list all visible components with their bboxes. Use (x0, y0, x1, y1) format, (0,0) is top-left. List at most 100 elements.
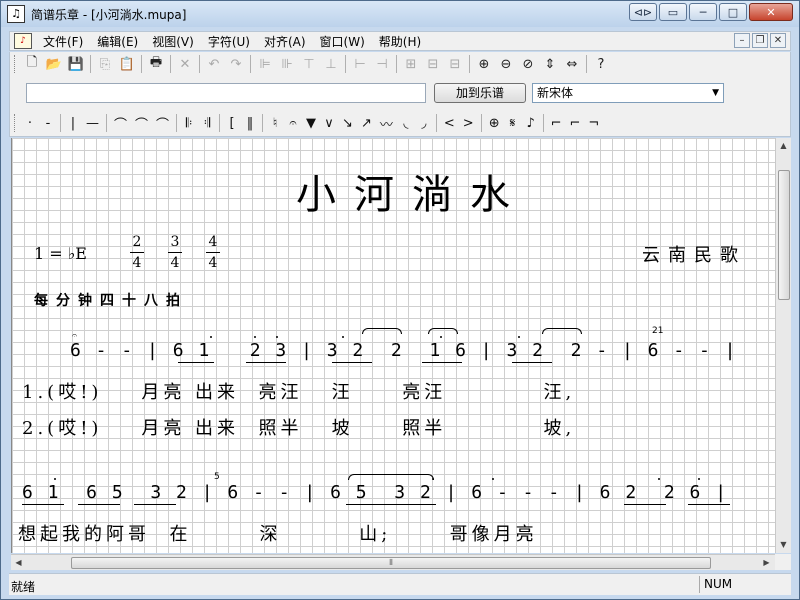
print-icon[interactable]: 🖶 (145, 54, 167, 74)
toolbar-grip[interactable] (14, 114, 17, 132)
accent-down-symbol-button[interactable]: ▼ (302, 113, 320, 133)
align-bottom-icon[interactable]: ⊥ (320, 54, 342, 74)
text-input[interactable] (26, 83, 426, 103)
notation-line-2[interactable]: 6 1 6 5 3 2 | 6 - - | 6 5 3 2 | 6 - - - … (22, 482, 728, 503)
key-signature[interactable]: 1 = ♭E (34, 244, 87, 263)
mdi-minimize-button[interactable]: – (734, 33, 750, 48)
repeat-start-symbol-button[interactable]: 𝄆 (180, 113, 198, 133)
open-icon[interactable]: 📂 (43, 54, 65, 74)
time-signature-4-4[interactable]: 4 4 (206, 232, 220, 273)
crescendo-symbol-button[interactable]: < (440, 113, 459, 133)
trill-symbol-button[interactable]: 〰 (376, 113, 397, 133)
volta-end-symbol-button[interactable]: ¬ (584, 113, 603, 133)
time-signature-3-4[interactable]: 3 4 (168, 232, 182, 273)
minimize-button[interactable]: ─ (689, 3, 717, 21)
fit-height-icon[interactable]: ⇕ (539, 54, 561, 74)
extra-caption-button[interactable]: ⊲⊳ (629, 3, 657, 21)
ungroup-icon[interactable]: ⊟ (422, 54, 444, 74)
distribute-h-icon[interactable]: ⊢ (349, 54, 371, 74)
toolbar-grip[interactable] (14, 55, 17, 73)
copy-icon[interactable]: ⎘ (94, 54, 116, 74)
scroll-down-icon[interactable]: ▼ (776, 537, 791, 552)
mdi-restore-button[interactable]: ❐ (752, 33, 768, 48)
v-symbol-button[interactable]: ∨ (320, 113, 338, 133)
document-menu-icon[interactable]: ♪ (14, 33, 32, 49)
score-title[interactable]: 小河淌水 (296, 162, 528, 220)
lyric-verse-2[interactable]: 2.(哎!) 月亮 出来 照半 坡 照半 坡, (22, 414, 575, 440)
decrescendo-symbol-button[interactable]: > (459, 113, 478, 133)
menu-window[interactable]: 窗口(W) (313, 33, 372, 50)
save-icon[interactable]: 💾 (65, 54, 87, 74)
tempo-marking[interactable]: 每分钟四十八拍 (34, 290, 188, 310)
composer-label[interactable]: 云南民歌 (642, 241, 746, 267)
undo-icon[interactable]: ↶ (203, 54, 225, 74)
title-bar[interactable]: ♫ 简谱乐章 - [小河淌水.mupa] ⊲⊳ ▭ ─ □ ✕ (1, 1, 799, 27)
scroll-right-icon[interactable]: ▶ (759, 555, 774, 570)
paste-icon[interactable]: 📋 (116, 54, 138, 74)
cut-icon[interactable]: ✕ (174, 54, 196, 74)
close-button[interactable]: ✕ (749, 3, 793, 21)
vertical-scrollbar[interactable]: ▲ ▼ (775, 138, 791, 553)
zoom-out-icon[interactable]: ⊖ (495, 54, 517, 74)
underline-symbol-button[interactable]: — (82, 113, 103, 133)
arrow-down-symbol-button[interactable]: ↘ (338, 113, 357, 133)
underline-beam (78, 504, 120, 505)
volta-start-symbol-button[interactable]: ⌐ (547, 113, 566, 133)
add-to-score-button[interactable]: 加到乐谱 (434, 83, 526, 103)
natural-symbol-button[interactable]: ♮ (266, 113, 284, 133)
align-right-icon[interactable]: ⊪ (276, 54, 298, 74)
menu-view[interactable]: 视图(V) (145, 33, 201, 50)
help-icon[interactable]: ? (590, 54, 612, 74)
scroll-left-icon[interactable]: ◀ (11, 555, 26, 570)
scroll-up-icon[interactable]: ▲ (776, 138, 791, 153)
menu-edit[interactable]: 编辑(E) (90, 33, 145, 50)
separator (262, 114, 264, 132)
app-icon[interactable]: ♫ (7, 5, 25, 23)
maximize-button[interactable]: □ (719, 3, 747, 21)
coda-symbol-button[interactable]: ⊕ (485, 113, 504, 133)
vertical-scroll-thumb[interactable] (778, 170, 790, 300)
menu-character[interactable]: 字符(U) (201, 33, 257, 50)
tie-mark (348, 474, 434, 480)
score-canvas[interactable]: 小河淌水 1 = ♭E 2 4 3 4 4 4 云南民歌 每分钟四十八拍 𝄐 6… (11, 138, 775, 553)
ungroup-icon-2[interactable]: ⊟ (444, 54, 466, 74)
dot-symbol-button[interactable]: · (21, 113, 39, 133)
zoom-in-icon[interactable]: ⊕ (473, 54, 495, 74)
extra-caption-button-2[interactable]: ▭ (659, 3, 687, 21)
bracket-symbol-button[interactable]: [ (223, 113, 241, 133)
fermata-symbol-button[interactable]: 𝄐 (284, 113, 302, 133)
curve-left-symbol-button[interactable]: ◟ (397, 113, 415, 133)
group-icon[interactable]: ⊞ (400, 54, 422, 74)
note-symbol-button[interactable]: ♪ (522, 113, 540, 133)
tie-end-symbol-button[interactable]: ⌒ (152, 113, 173, 133)
barline-symbol-button[interactable]: | (64, 113, 82, 133)
time-signature-2-4[interactable]: 2 4 (130, 232, 144, 273)
tie-start-symbol-button[interactable]: ⌒ (131, 113, 152, 133)
dash-symbol-button[interactable]: - (39, 113, 57, 133)
segno-symbol-button[interactable]: 𝄋 (504, 113, 522, 133)
horizontal-scrollbar[interactable]: ◀ ⦀ ▶ (11, 554, 775, 570)
align-top-icon[interactable]: ⊤ (298, 54, 320, 74)
lyric-line-3[interactable]: 想起我的阿哥 在 深 山; 哥像月亮 (18, 520, 538, 546)
horizontal-scroll-thumb[interactable]: ⦀ (71, 557, 711, 569)
lyric-verse-1[interactable]: 1.(哎!) 月亮 出来 亮汪 汪 亮汪 汪, (22, 378, 575, 404)
menu-file[interactable]: 文件(F) (36, 33, 90, 50)
zoom-reset-icon[interactable]: ⊘ (517, 54, 539, 74)
menu-align[interactable]: 对齐(A) (257, 33, 313, 50)
menu-help[interactable]: 帮助(H) (372, 33, 428, 50)
font-select[interactable]: 新宋体 ▼ (532, 83, 724, 103)
arrow-up-symbol-button[interactable]: ↗ (357, 113, 376, 133)
notation-line-1[interactable]: 6 - - | 6 1 2 3 | 3 2 2 1 6 | 3 2 2 - | … (70, 340, 738, 361)
double-bar-symbol-button[interactable]: ‖ (241, 113, 259, 133)
repeat-end-symbol-button[interactable]: 𝄇 (198, 113, 216, 133)
fit-width-icon[interactable]: ⇔ (561, 54, 583, 74)
curve-right-symbol-button[interactable]: ◞ (415, 113, 433, 133)
standard-toolbar: 🗋 📂 💾 ⎘ 📋 🖶 ✕ ↶ ↷ ⊫ ⊪ ⊤ ⊥ ⊢ ⊣ ⊞ ⊟ ⊟ ⊕ ⊖ … (9, 52, 791, 76)
align-left-icon[interactable]: ⊫ (254, 54, 276, 74)
mdi-close-button[interactable]: ✕ (770, 33, 786, 48)
redo-icon[interactable]: ↷ (225, 54, 247, 74)
distribute-v-icon[interactable]: ⊣ (371, 54, 393, 74)
volta-mid-symbol-button[interactable]: ⌐ (566, 113, 585, 133)
new-icon[interactable]: 🗋 (21, 54, 43, 74)
tie-symbol-button[interactable]: ⌒ (110, 113, 131, 133)
